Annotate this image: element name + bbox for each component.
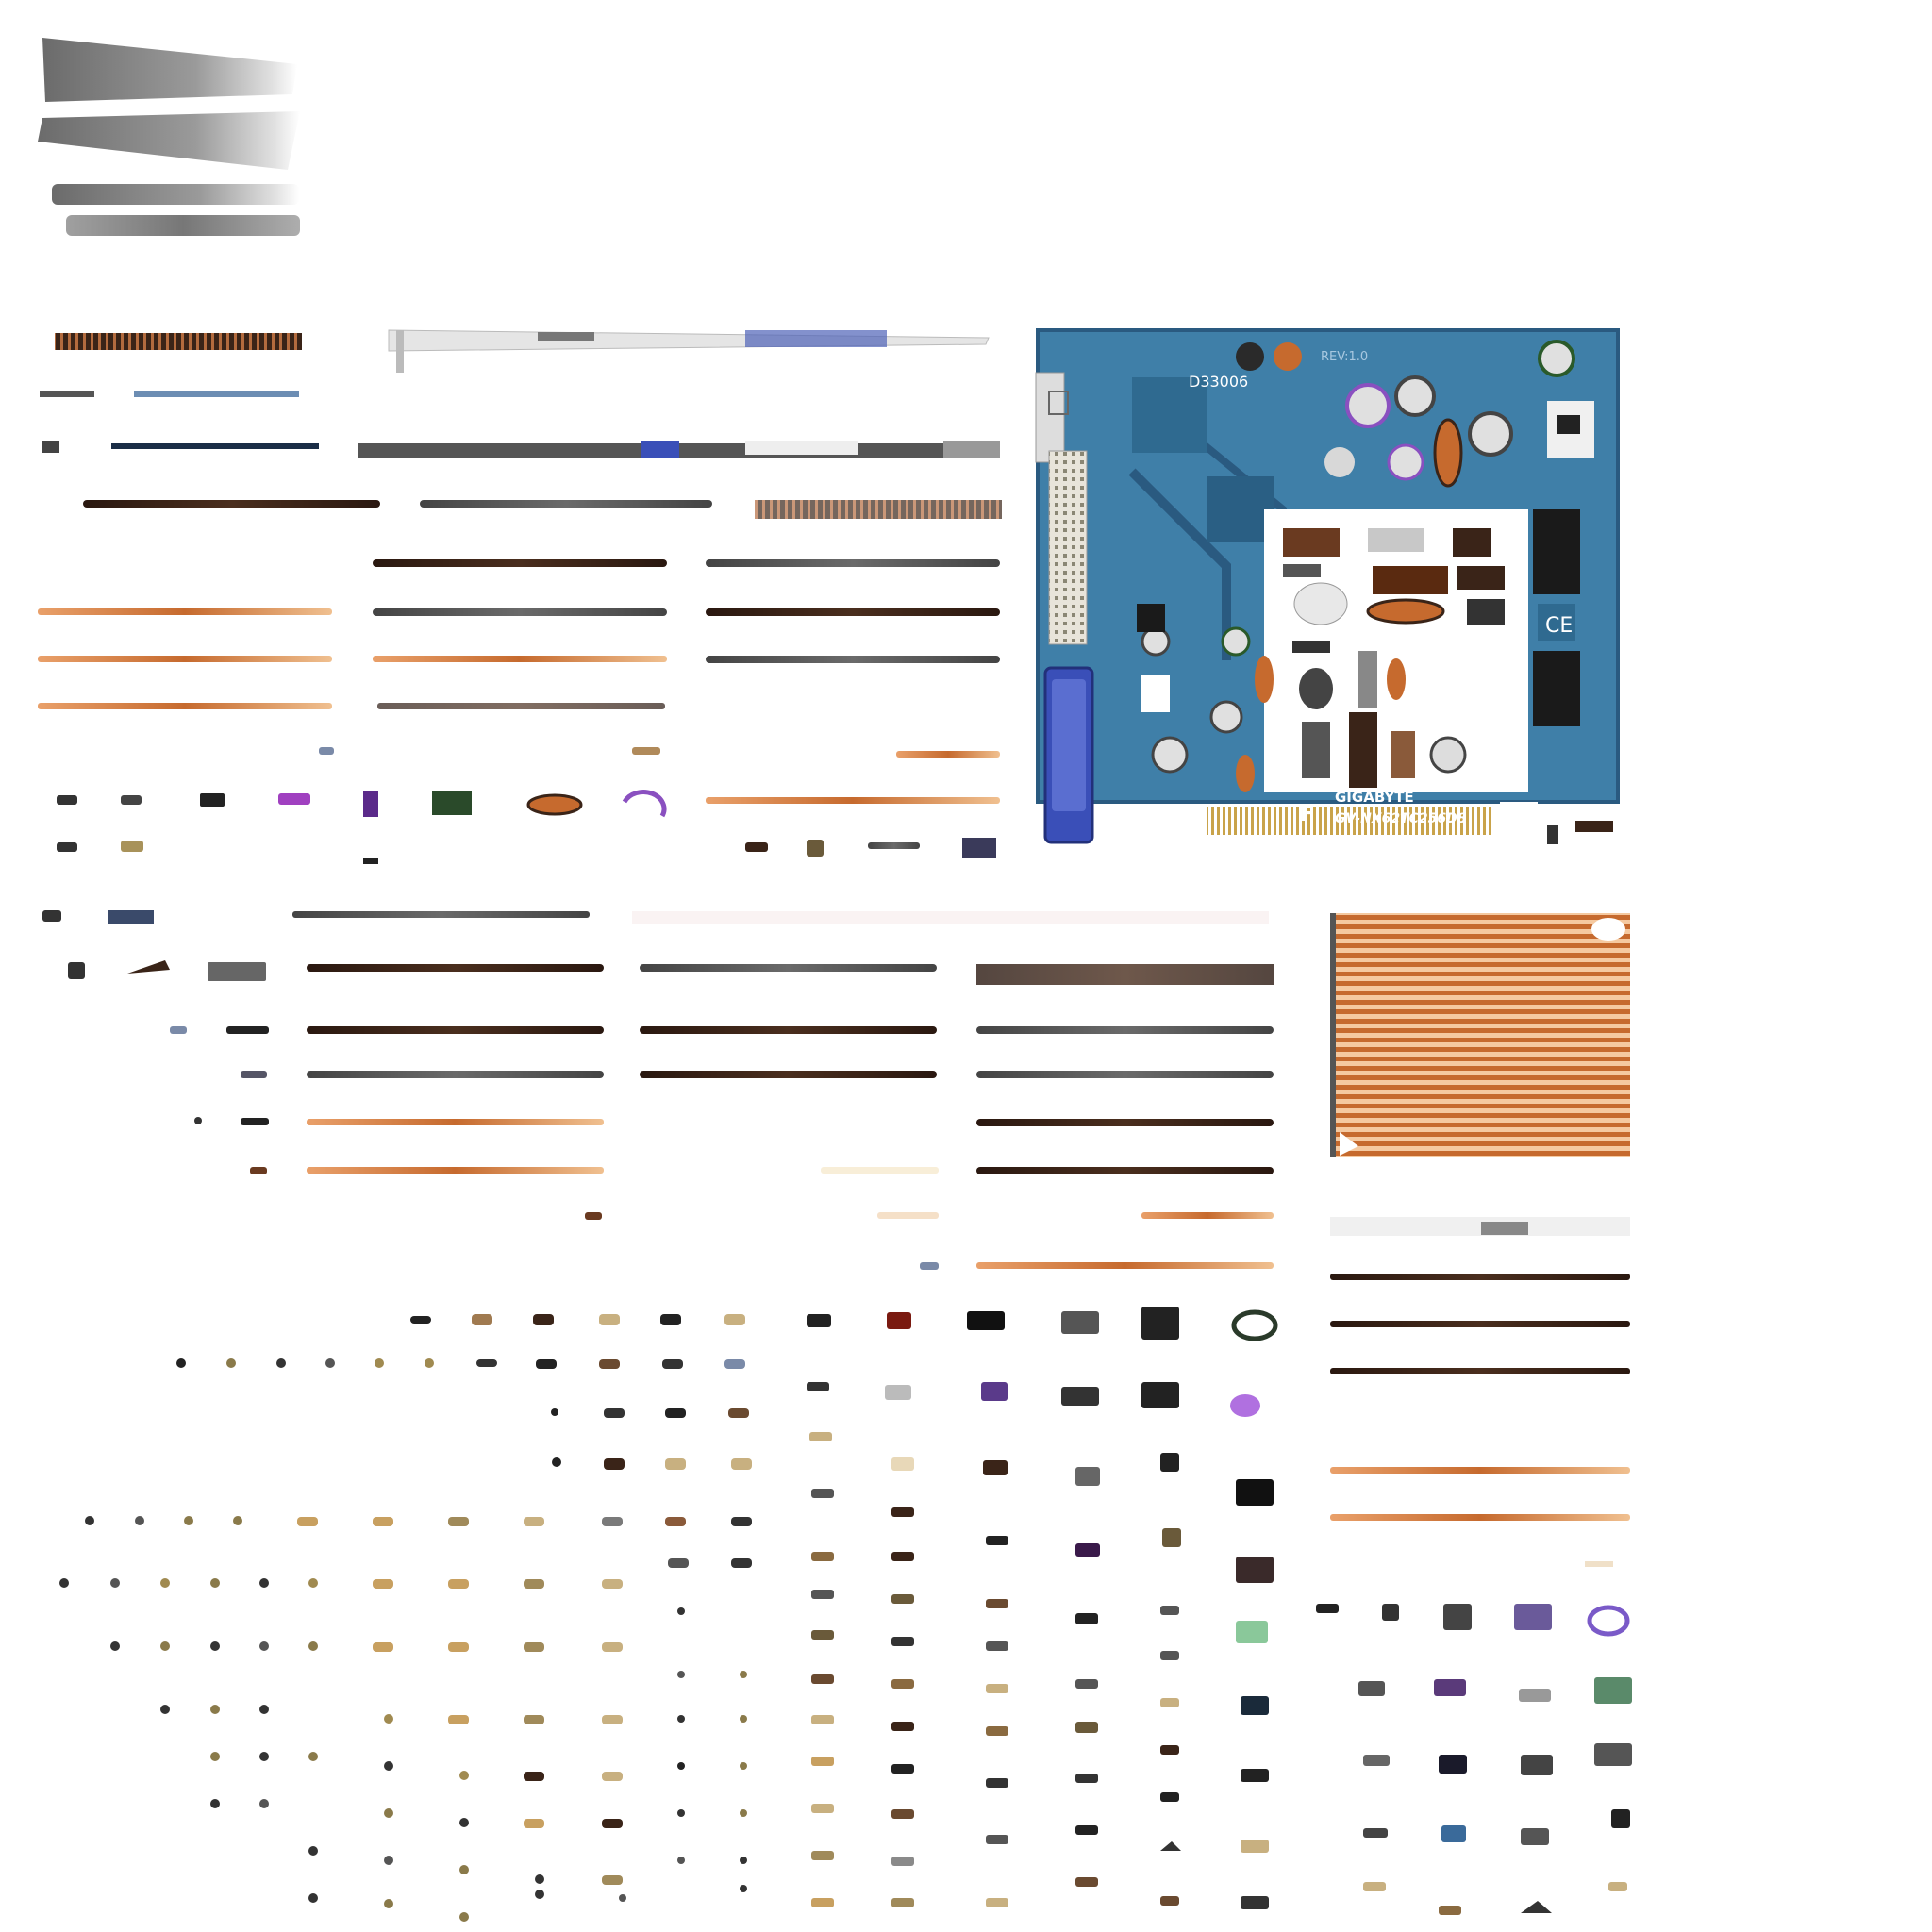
pcb-model-label: GV-NX62TC256D8 <box>1335 811 1467 826</box>
dvi-port-icon <box>1035 372 1065 463</box>
bracket-strips <box>38 38 300 236</box>
texture-atlas: CE D33006 REV:1.0 GIGABYTE GV-NX62TC256D… <box>38 38 1632 1922</box>
inductor-stripe-strip <box>55 333 302 350</box>
pcb-revision-label: REV:1.0 <box>1321 350 1368 364</box>
heatsink-fins-icon <box>1330 913 1630 1157</box>
thin-strip <box>40 391 94 397</box>
pcb-ref-code-label: D33006 <box>1189 373 1248 391</box>
card-underside-strip <box>358 441 1000 458</box>
components-row-1 <box>57 747 996 864</box>
ce-mark-text: CE <box>1545 614 1573 638</box>
pcb-brand-label: GIGABYTE <box>1335 789 1414 806</box>
trace-lines-block-3 <box>1330 1217 1630 1521</box>
thin-strip-dark <box>111 443 319 449</box>
pcb-board: CE D33006 REV:1.0 GIGABYTE GV-NX62TC256D… <box>1035 328 1620 844</box>
thin-strip-blue <box>134 391 299 397</box>
fcc-mark-icon: F <box>1300 803 1314 826</box>
trace-lines-block-1 <box>38 500 1002 804</box>
chip-fragment <box>42 441 59 453</box>
components-scatter <box>59 1307 1632 1922</box>
trace-lines-block-2 <box>42 910 1274 1270</box>
card-side-strip <box>388 329 990 373</box>
